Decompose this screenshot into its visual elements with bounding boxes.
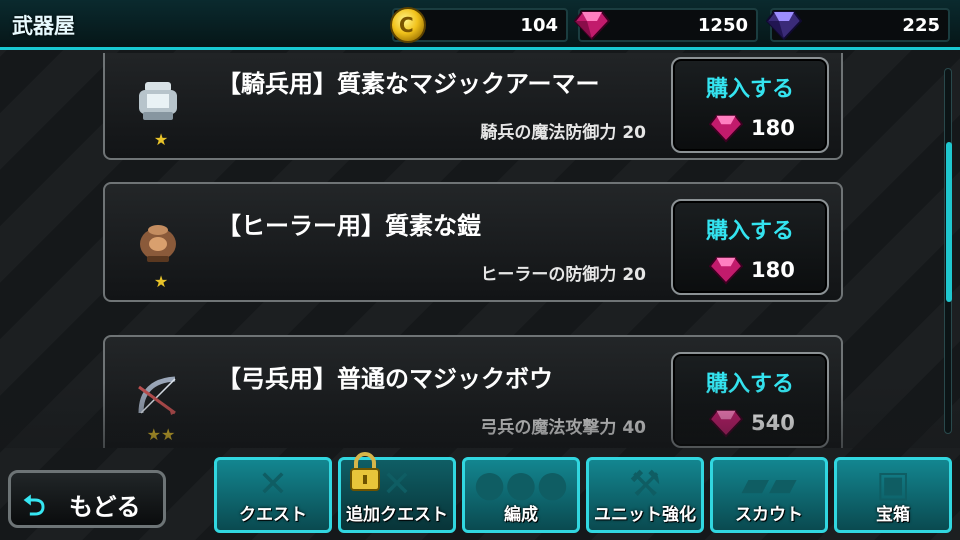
nav-label: 編成 [504, 505, 538, 525]
scrollbar-thumb[interactable] [946, 142, 952, 302]
nav-scout-button[interactable]: ▰▰ スカウト [710, 457, 828, 533]
nav-label: ユニット強化 [594, 505, 696, 525]
pot-armor-icon [140, 225, 176, 262]
nav-label: スカウト [735, 505, 803, 525]
back-arrow-icon: ⮌ [23, 489, 46, 522]
nav-label: 追加クエスト [346, 505, 448, 525]
item-name: 【弓兵用】普通のマジックボウ [217, 365, 553, 393]
nav-label: クエスト [239, 505, 307, 525]
coin-value: 104 [520, 15, 558, 36]
blue-gem-value: 225 [902, 15, 940, 36]
red-gem-icon [709, 256, 743, 285]
item-card: ★★ 【弓兵用】普通のマジックボウ 弓兵の魔法攻撃力 40 購入する 540 [103, 335, 843, 448]
buy-button[interactable]: 購入する 180 [671, 199, 829, 295]
wrench-hammer-icon: ⚒ [628, 464, 662, 505]
item-card: ★ 【ヒーラー用】質素な鎧 ヒーラーの防御力 20 購入する 180 [103, 182, 843, 302]
nav-extra-quest-button[interactable]: ✕ 追加クエスト [338, 452, 456, 533]
red-gem-icon [574, 11, 610, 40]
sword-cross-icon: ✕ [257, 464, 289, 505]
page-title: 武器屋 [12, 14, 75, 38]
buy-button[interactable]: 購入する 540 [671, 352, 829, 448]
nav-formation-button[interactable]: ●●● 編成 [462, 457, 580, 533]
bow-icon [138, 376, 176, 415]
rarity-stars: ★ [153, 272, 169, 291]
item-price: 180 [751, 116, 795, 140]
item-name: 【騎兵用】質素なマジックアーマー [217, 70, 600, 98]
item-price: 540 [751, 411, 795, 435]
item-stat: 弓兵の魔法攻撃力 40 [480, 418, 646, 438]
item-stat: 騎兵の魔法防御力 20 [480, 123, 646, 143]
nav-treasure-button[interactable]: ▣ 宝箱 [834, 457, 952, 533]
buy-button-label: 購入する [705, 77, 794, 102]
red-gem-counter: 1250 [574, 8, 758, 42]
buy-button[interactable]: 購入する 180 [671, 57, 829, 153]
rarity-stars: ★★ [146, 425, 176, 444]
nav-unit-upgrade-button[interactable]: ⚒ ユニット強化 [586, 457, 704, 533]
blue-gem-counter: 225 [766, 8, 950, 42]
back-button[interactable]: ⮌ もどる [8, 470, 166, 528]
buy-button-label: 購入する [705, 372, 794, 397]
red-gem-value: 1250 [697, 15, 748, 36]
coin-counter: C 104 [390, 7, 568, 43]
item-stat: ヒーラーの防御力 20 [480, 265, 646, 285]
red-gem-icon [709, 409, 743, 438]
armor-icon [139, 82, 177, 120]
rarity-stars: ★ [153, 130, 169, 149]
item-price: 180 [751, 258, 795, 282]
top-bar: 武器屋 C 104 1250 225 [0, 0, 960, 50]
coin-icon: C [390, 7, 426, 43]
party-icon: ●●● [473, 464, 569, 505]
lock-icon [350, 452, 380, 491]
treasure-chest-icon: ▣ [875, 464, 910, 505]
item-name: 【ヒーラー用】質素な鎧 [217, 212, 481, 240]
scout-cards-icon: ▰▰ [741, 464, 797, 505]
back-button-label: もどる [69, 493, 141, 521]
item-card: ★ 【騎兵用】質素なマジックアーマー 騎兵の魔法防御力 20 購入する 180 [103, 53, 843, 160]
blue-gem-icon [766, 11, 802, 40]
nav-label: 宝箱 [876, 505, 910, 525]
buy-button-label: 購入する [705, 219, 794, 244]
red-gem-icon [709, 114, 743, 143]
nav-quest-button[interactable]: ✕ クエスト [214, 457, 332, 533]
item-list[interactable]: ★ 【騎兵用】質素なマジックアーマー 騎兵の魔法防御力 20 購入する 180 … [0, 53, 960, 448]
